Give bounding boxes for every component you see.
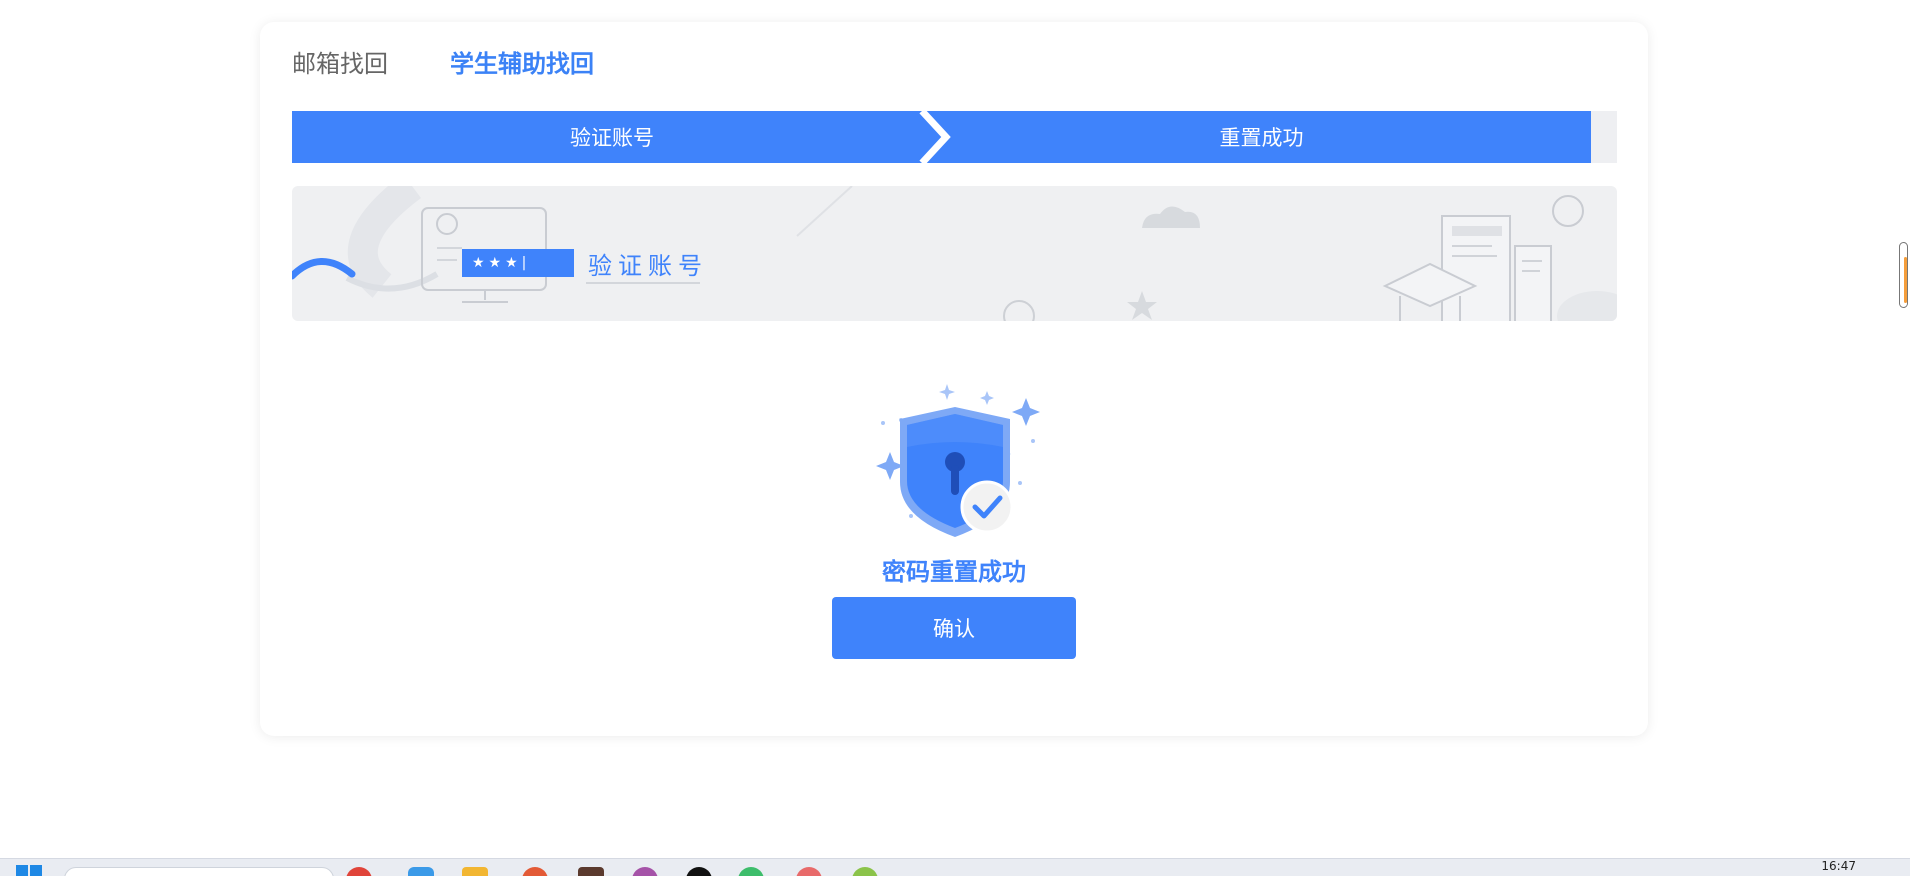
step-verify-account: 验证账号 bbox=[292, 111, 932, 163]
check-icon bbox=[960, 480, 1014, 534]
recovery-tabs: 邮箱找回 学生辅助找回 bbox=[292, 44, 594, 79]
taskbar-app-icon[interactable] bbox=[346, 867, 372, 876]
taskbar-search-input[interactable] bbox=[64, 867, 334, 876]
reset-success-message: 密码重置成功 bbox=[882, 558, 1026, 586]
page: 邮箱找回 学生辅助找回 验证账号 重置成功 ★★★| 验证账号 密码重置成功 确… bbox=[0, 0, 1910, 876]
windows-start-icon[interactable] bbox=[16, 865, 44, 876]
banner-title: 验证账号 bbox=[588, 252, 708, 280]
taskbar-app-icon[interactable] bbox=[522, 867, 548, 876]
recovery-card: 邮箱找回 学生辅助找回 验证账号 重置成功 ★★★| 验证账号 密码重置成功 确… bbox=[260, 22, 1648, 736]
step-label: 重置成功 bbox=[1219, 126, 1304, 150]
step-separator-chevron bbox=[919, 111, 951, 163]
shield-lock-icon bbox=[860, 357, 1050, 537]
confirm-button[interactable]: 确认 bbox=[832, 597, 1076, 659]
os-taskbar: 16:47 bbox=[0, 858, 1910, 876]
password-mask-field: ★★★| bbox=[462, 249, 574, 277]
step-banner: ★★★| 验证账号 bbox=[292, 186, 1617, 321]
taskbar-app-icon[interactable] bbox=[738, 867, 764, 876]
taskbar-app-icon[interactable] bbox=[686, 867, 712, 876]
page-scrollbar[interactable] bbox=[1898, 242, 1910, 308]
scrollbar-thumb[interactable] bbox=[1899, 242, 1908, 308]
progress-steps: 验证账号 重置成功 bbox=[292, 111, 1617, 163]
taskbar-app-icon[interactable] bbox=[632, 867, 658, 876]
step-label: 验证账号 bbox=[570, 126, 654, 150]
tab-email-recovery[interactable]: 邮箱找回 bbox=[292, 44, 388, 79]
taskbar-app-icon[interactable] bbox=[578, 867, 604, 876]
taskbar-app-icon[interactable] bbox=[408, 867, 434, 876]
step-reset-success: 重置成功 bbox=[932, 111, 1591, 163]
taskbar-app-icon[interactable] bbox=[852, 867, 878, 876]
taskbar-clock[interactable]: 16:47 bbox=[1821, 859, 1856, 873]
taskbar-app-icon[interactable] bbox=[462, 867, 488, 876]
tab-student-assisted-recovery[interactable]: 学生辅助找回 bbox=[450, 44, 594, 79]
taskbar-app-icon[interactable] bbox=[796, 867, 822, 876]
